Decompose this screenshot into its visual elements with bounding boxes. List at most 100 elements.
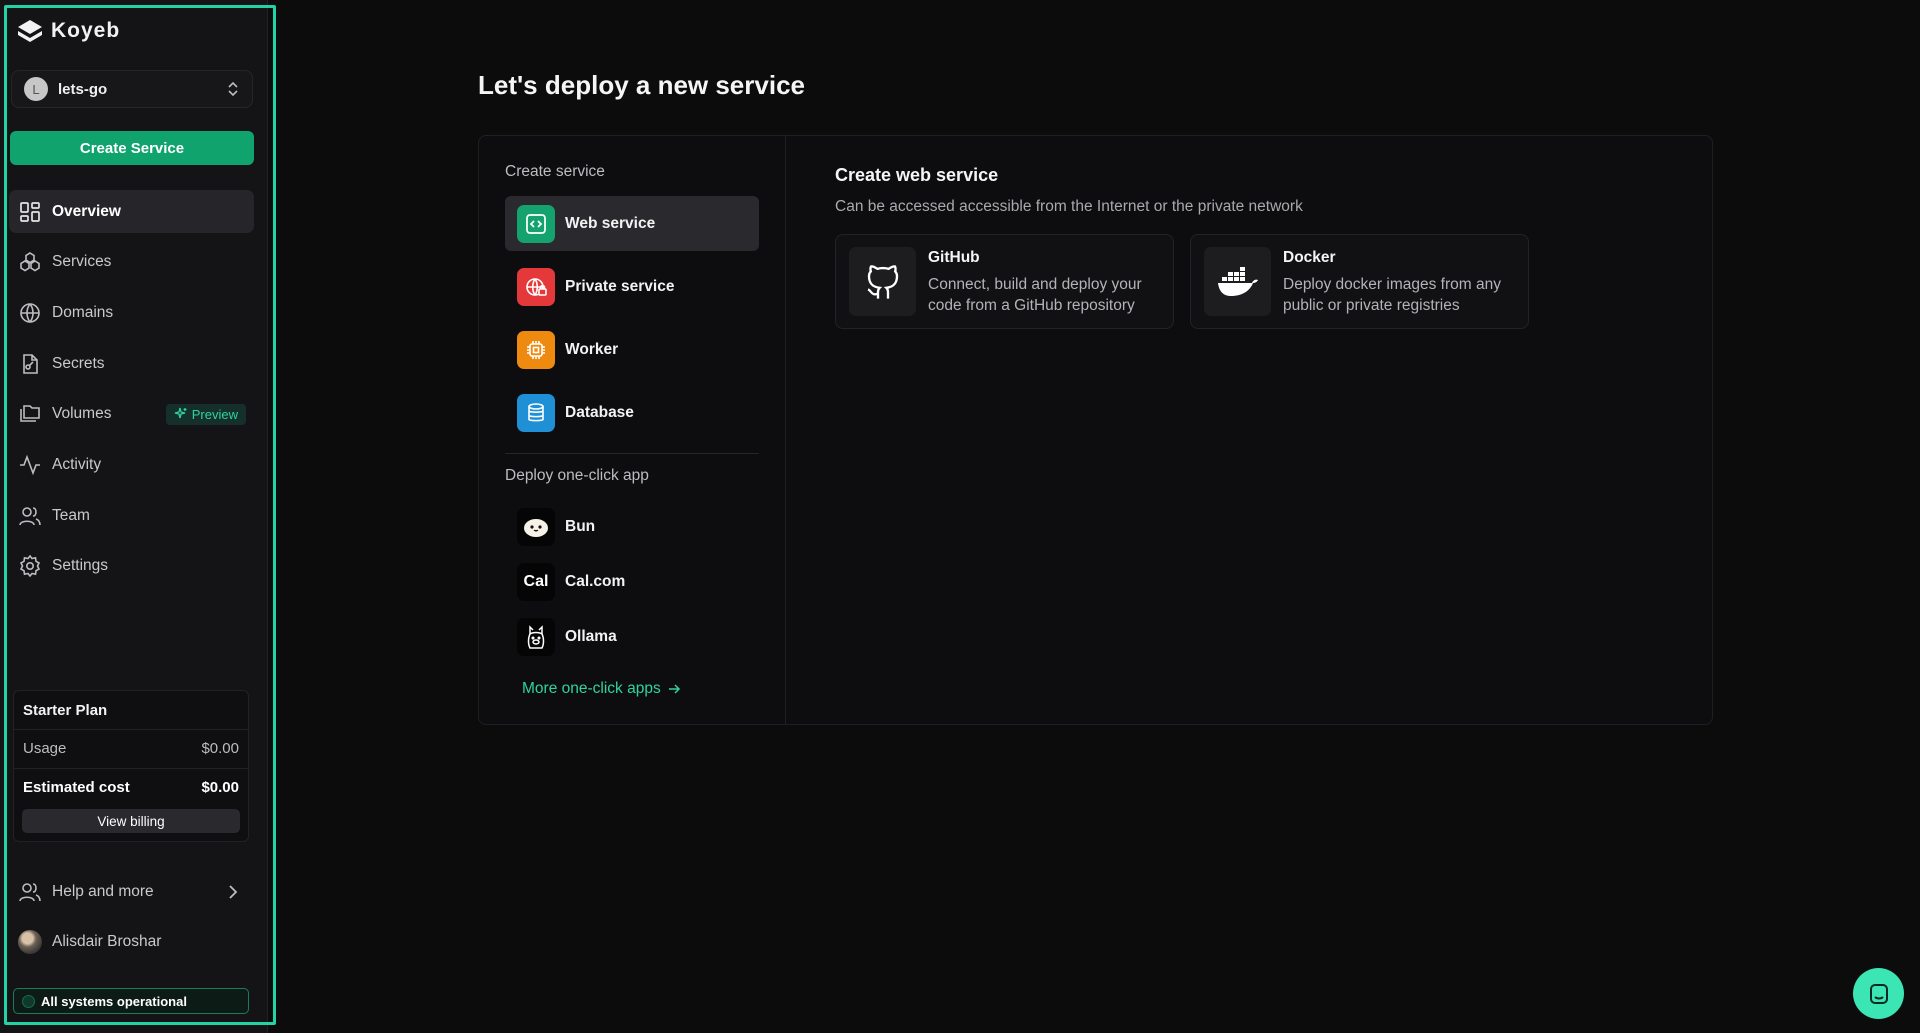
- estimated-cost-row: Estimated cost $0.00: [23, 779, 239, 796]
- docker-source-card[interactable]: Docker Deploy docker images from any pub…: [1190, 234, 1529, 329]
- sidebar-item-label: Domains: [52, 303, 114, 321]
- app-label: Ollama: [565, 627, 617, 645]
- user-menu[interactable]: Alisdair Broshar: [18, 928, 161, 956]
- org-switcher[interactable]: L lets-go: [11, 70, 253, 108]
- create-service-button[interactable]: Create Service: [10, 131, 254, 165]
- volumes-icon: [18, 402, 42, 426]
- team-icon: [18, 504, 42, 528]
- docker-description: Deploy docker images from any public or …: [1283, 276, 1501, 314]
- sidebar-item-volumes[interactable]: Volumes Preview: [9, 393, 254, 436]
- sparkle-icon: [174, 408, 187, 419]
- sidebar-item-team[interactable]: Team: [9, 494, 254, 537]
- bun-icon: [517, 507, 555, 546]
- app-label: Cal.com: [565, 572, 626, 590]
- chat-support-button[interactable]: [1853, 968, 1904, 1019]
- more-apps-label: More one-click apps: [522, 680, 661, 697]
- usage-row: Usage $0.00: [23, 740, 239, 757]
- calcom-icon-text: Cal: [523, 572, 549, 590]
- divider: [505, 453, 759, 454]
- deploy-panel: Create service Web service Private servi…: [478, 135, 1713, 725]
- usage-value: $0.00: [201, 740, 239, 757]
- help-and-more-button[interactable]: Help and more: [18, 877, 240, 907]
- divider: [14, 768, 248, 769]
- sidebar-item-settings[interactable]: Settings: [9, 545, 254, 588]
- sidebar-item-label: Activity: [52, 455, 102, 473]
- docker-title: Docker: [1283, 249, 1336, 266]
- gear-icon: [18, 554, 42, 578]
- create-web-service-title: Create web service: [835, 165, 999, 185]
- sidebar-item-label: Overview: [52, 202, 121, 220]
- database-icon: [517, 393, 555, 432]
- service-type-database[interactable]: Database: [505, 385, 759, 440]
- create-service-heading: Create service: [505, 163, 605, 180]
- sidebar-nav: Overview Services Domains Secrets Volume…: [9, 190, 254, 596]
- calcom-icon: Cal: [517, 562, 555, 601]
- sidebar: Koyeb L lets-go Create Service Overview: [0, 0, 268, 1033]
- preview-badge: Preview: [165, 403, 246, 425]
- chat-icon: [1869, 983, 1888, 1004]
- one-click-app-ollama[interactable]: Ollama: [505, 614, 759, 659]
- more-one-click-apps-link[interactable]: More one-click apps: [522, 680, 681, 698]
- org-name: lets-go: [58, 80, 108, 98]
- secret-file-icon: [18, 352, 42, 376]
- service-type-label: Web service: [565, 214, 656, 232]
- user-name: Alisdair Broshar: [52, 933, 162, 950]
- preview-badge-label: Preview: [191, 406, 238, 422]
- services-icon: [18, 250, 42, 274]
- one-click-app-calcom[interactable]: Cal Cal.com: [505, 559, 759, 604]
- sidebar-item-label: Services: [52, 253, 112, 271]
- service-type-private[interactable]: Private service: [505, 259, 759, 314]
- status-text: All systems operational: [41, 993, 187, 1009]
- chevron-right-icon: [226, 883, 240, 901]
- sidebar-item-domains[interactable]: Domains: [9, 291, 254, 334]
- ollama-icon: [517, 617, 555, 656]
- private-service-icon: [517, 267, 555, 306]
- view-billing-button[interactable]: View billing: [22, 809, 240, 833]
- koyeb-logo-icon: [18, 20, 42, 42]
- sidebar-item-activity[interactable]: Activity: [9, 443, 254, 486]
- service-type-label: Worker: [565, 340, 619, 358]
- service-type-label: Private service: [565, 277, 675, 295]
- service-type-web[interactable]: Web service: [505, 196, 759, 251]
- arrow-right-icon: [668, 684, 680, 694]
- page-title: Let's deploy a new service: [478, 70, 805, 100]
- usage-label: Usage: [23, 740, 67, 757]
- help-label: Help and more: [52, 883, 154, 900]
- github-description: Connect, build and deploy your code from…: [928, 276, 1142, 314]
- sidebar-item-services[interactable]: Services: [9, 241, 254, 284]
- sidebar-item-overview[interactable]: Overview: [9, 190, 254, 233]
- grid-icon: [18, 200, 42, 224]
- status-dot-icon: [22, 994, 35, 1008]
- web-service-icon: [517, 204, 555, 243]
- deploy-one-click-heading: Deploy one-click app: [505, 467, 649, 484]
- activity-icon: [18, 453, 42, 477]
- plan-card: Starter Plan Usage $0.00 Estimated cost …: [13, 690, 249, 842]
- sidebar-item-label: Secrets: [52, 354, 105, 372]
- status-badge[interactable]: All systems operational: [13, 988, 249, 1014]
- brand-name: Koyeb: [51, 19, 121, 42]
- estimated-cost-label: Estimated cost: [23, 779, 130, 796]
- org-avatar: L: [24, 77, 48, 101]
- team-icon: [18, 880, 42, 904]
- github-icon: [849, 247, 916, 316]
- github-source-card[interactable]: GitHub Connect, build and deploy your co…: [835, 234, 1174, 329]
- github-title: GitHub: [928, 249, 980, 266]
- plan-title: Starter Plan: [23, 702, 108, 719]
- estimated-cost-value: $0.00: [201, 779, 239, 796]
- docker-icon: [1204, 247, 1271, 316]
- app-label: Bun: [565, 517, 596, 535]
- service-type-worker[interactable]: Worker: [505, 322, 759, 377]
- koyeb-logo[interactable]: Koyeb: [17, 19, 120, 43]
- service-type-label: Database: [565, 403, 634, 421]
- one-click-app-bun[interactable]: Bun: [505, 504, 759, 549]
- sidebar-item-label: Volumes: [52, 405, 112, 423]
- sidebar-item-secrets[interactable]: Secrets: [9, 342, 254, 385]
- create-web-service-subtitle: Can be accessed accessible from the Inte…: [835, 198, 1303, 215]
- service-type-list: Create service Web service Private servi…: [479, 136, 786, 724]
- sidebar-item-label: Settings: [52, 557, 109, 575]
- globe-icon: [18, 301, 42, 325]
- worker-icon: [517, 330, 555, 369]
- chevron-up-down-icon: [228, 81, 238, 97]
- sidebar-item-label: Team: [52, 506, 90, 524]
- divider: [14, 729, 248, 730]
